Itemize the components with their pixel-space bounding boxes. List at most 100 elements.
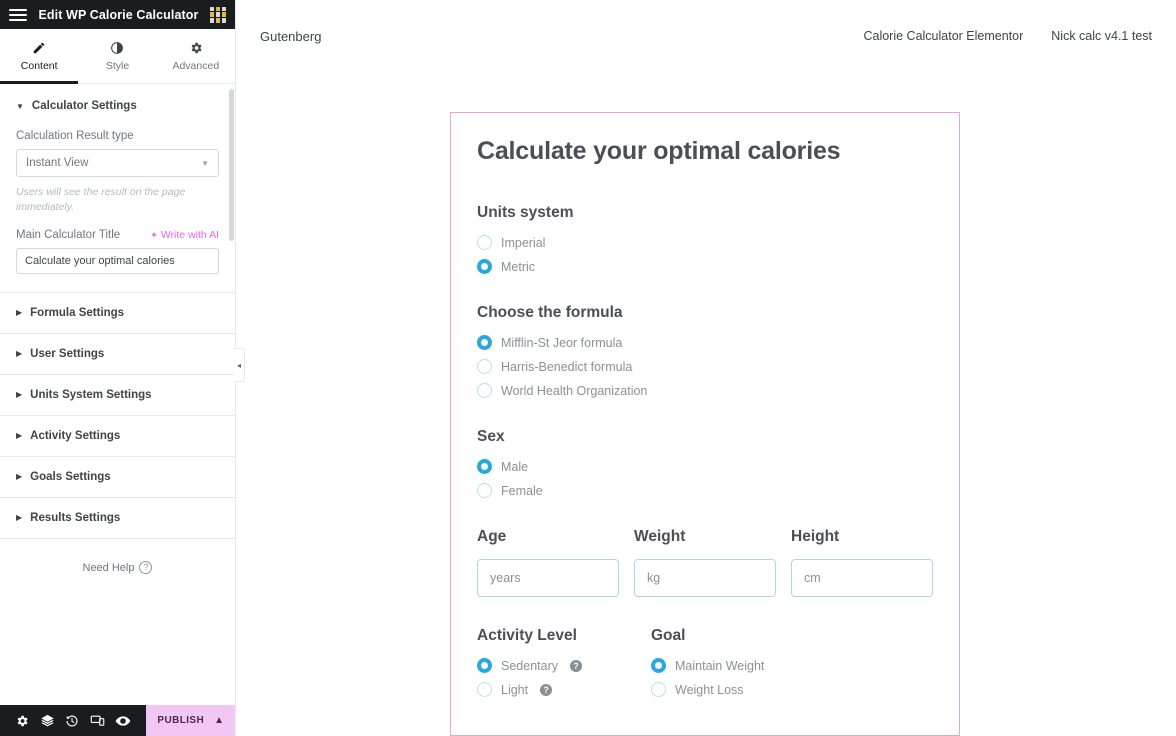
field-age-label: Age [477, 528, 507, 545]
radio-harris-benedict-label: Harris-Benedict formula [501, 359, 633, 374]
tab-advanced[interactable]: Advanced [157, 29, 235, 83]
section-calculator-settings-header[interactable]: ▼ Calculator Settings [16, 100, 219, 112]
panel-collapse-handle[interactable]: ◂ [234, 348, 245, 382]
radio-icon [651, 682, 666, 697]
editor-root: Edit WP Calorie Calculator Content Style [0, 0, 1176, 736]
radio-male[interactable]: Male [477, 459, 933, 474]
gear-icon[interactable] [15, 714, 29, 728]
radio-imperial-label: Imperial [501, 235, 546, 250]
result-type-select[interactable]: Instant View ▼ [16, 149, 219, 177]
radio-metric-label: Metric [501, 259, 536, 274]
main-title-input[interactable] [16, 248, 219, 275]
write-with-ai-link[interactable]: ✦ Write with AI [150, 229, 219, 241]
pencil-icon [33, 42, 45, 53]
nav-link-nick-calc[interactable]: Nick calc v4.1 test [1051, 29, 1152, 43]
radio-world-health-organization-label: World Health Organization [501, 383, 648, 398]
section-formula-settings[interactable]: ▶ Formula Settings [0, 293, 235, 335]
radio-maintain-weight[interactable]: Maintain Weight [651, 658, 831, 673]
panel-footer: PUBLISH ▲ [0, 705, 235, 736]
radio-metric[interactable]: Metric [477, 259, 933, 274]
write-with-ai-label: Write with AI [160, 229, 219, 242]
panel-footer-icons [0, 705, 146, 736]
section-activity-settings-title: Activity Settings [30, 430, 121, 443]
publish-label: PUBLISH [157, 715, 205, 726]
history-icon[interactable] [65, 714, 79, 728]
panel-tabs: Content Style Advanced [0, 29, 235, 84]
panel-scrollbar[interactable] [229, 89, 234, 241]
group-sex-title: Sex [477, 428, 505, 445]
radio-mifflin-st-jeor[interactable]: Mifflin-St Jeor formula [477, 335, 933, 350]
accordion-sections: ▶ Formula Settings ▶ User Settings ▶ Uni… [0, 293, 235, 540]
radio-selected-icon [651, 658, 666, 673]
radio-icon [477, 359, 492, 374]
main-title-label-row: Main Calculator Title ✦ Write with AI [16, 229, 219, 241]
panel-header: Edit WP Calorie Calculator [0, 0, 235, 29]
section-activity-settings[interactable]: ▶ Activity Settings [0, 416, 235, 458]
chevron-up-icon[interactable]: ▲ [214, 715, 224, 726]
chevron-right-icon: ▶ [16, 308, 23, 318]
section-results-settings-title: Results Settings [30, 512, 121, 525]
section-user-settings[interactable]: ▶ User Settings [0, 334, 235, 376]
age-input[interactable] [477, 559, 619, 597]
radio-female[interactable]: Female [477, 483, 933, 498]
section-units-system-settings[interactable]: ▶ Units System Settings [0, 375, 235, 417]
radio-selected-icon [477, 459, 492, 474]
chevron-down-icon: ▼ [16, 101, 24, 111]
section-calculator-settings-title: Calculator Settings [31, 100, 137, 112]
sparkle-icon: ✦ [150, 229, 158, 240]
radio-selected-icon [477, 658, 492, 673]
preview-icon[interactable] [115, 713, 131, 729]
section-units-system-settings-title: Units System Settings [30, 389, 152, 402]
section-goals-settings-title: Goals Settings [30, 471, 111, 484]
calculator-widget[interactable]: Calculate your optimal calories Units sy… [450, 112, 960, 736]
radio-weight-loss[interactable]: Weight Loss [651, 682, 831, 697]
radio-maintain-weight-label: Maintain Weight [675, 658, 765, 673]
contrast-icon [111, 41, 124, 54]
weight-input[interactable] [634, 559, 776, 597]
radio-world-health-organization[interactable]: World Health Organization [477, 383, 933, 398]
publish-button[interactable]: PUBLISH ▲ [146, 705, 235, 736]
tab-content-label: Content [20, 59, 58, 72]
group-formula-title: Choose the formula [477, 304, 623, 321]
activity-goal-row: Activity Level Sedentary ? Light ? Goal … [477, 627, 933, 706]
site-brand[interactable]: Gutenberg [260, 29, 321, 44]
radio-icon [477, 682, 492, 697]
radio-female-label: Female [501, 483, 543, 498]
section-formula-settings-title: Formula Settings [30, 307, 125, 320]
group-goal-title: Goal [651, 627, 686, 644]
elementor-panel: Edit WP Calorie Calculator Content Style [0, 0, 245, 736]
radio-harris-benedict[interactable]: Harris-Benedict formula [477, 359, 933, 374]
radio-light[interactable]: Light ? [477, 682, 619, 697]
group-goal: Goal Maintain Weight Weight Loss [651, 627, 831, 706]
group-sex: Sex Male Female [477, 428, 933, 498]
tab-content[interactable]: Content [0, 29, 79, 84]
group-formula: Choose the formula Mifflin-St Jeor formu… [477, 304, 933, 398]
radio-selected-icon [477, 259, 492, 274]
height-input[interactable] [791, 559, 933, 597]
section-goals-settings[interactable]: ▶ Goals Settings [0, 457, 235, 499]
chevron-down-icon: ▼ [201, 158, 209, 168]
field-weight: Weight [634, 528, 776, 597]
help-icon[interactable]: ? [569, 659, 582, 672]
help-icon[interactable]: ? [540, 683, 553, 696]
measurement-fields: Age Weight Height [477, 528, 933, 597]
calculator-title: Calculate your optimal calories [477, 137, 841, 165]
result-type-hint: Users will see the result on the page im… [16, 186, 186, 214]
tab-style[interactable]: Style [78, 29, 156, 83]
layers-icon[interactable] [40, 713, 55, 728]
preview-canvas: Gutenberg Calorie Calculator Elementor N… [236, 0, 1176, 736]
radio-light-label: Light [501, 682, 529, 697]
hamburger-icon[interactable] [9, 8, 27, 21]
radio-imperial[interactable]: Imperial [477, 235, 933, 250]
chevron-right-icon: ▶ [16, 431, 23, 441]
radio-sedentary[interactable]: Sedentary ? [477, 658, 619, 673]
control-main-title: Main Calculator Title ✦ Write with AI [16, 229, 219, 275]
grid-icon[interactable] [210, 6, 226, 23]
need-help-link[interactable]: Need Help ? [0, 539, 235, 596]
section-results-settings[interactable]: ▶ Results Settings [0, 498, 235, 540]
nav-link-calorie-calculator-elementor[interactable]: Calorie Calculator Elementor [863, 29, 1023, 43]
field-weight-label: Weight [634, 528, 686, 545]
group-units-system-title: Units system [477, 204, 574, 221]
responsive-icon[interactable] [90, 713, 105, 728]
section-calculator-settings: ▼ Calculator Settings Calculation Result… [0, 84, 235, 294]
